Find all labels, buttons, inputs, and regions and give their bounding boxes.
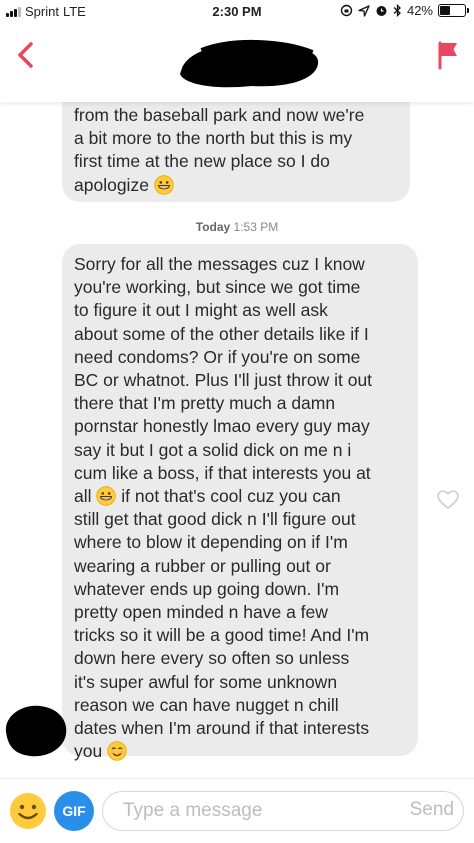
timestamp-day: Today bbox=[195, 220, 231, 234]
gif-button[interactable]: GIF bbox=[54, 791, 94, 831]
battery-fill bbox=[440, 6, 451, 15]
grinning-face-emoji-icon bbox=[96, 486, 117, 506]
rotation-lock-icon bbox=[340, 4, 353, 17]
status-icons: 42% bbox=[340, 3, 469, 18]
message-text: from the baseball park and now we're a b… bbox=[74, 105, 365, 195]
battery-percent: 42% bbox=[406, 3, 433, 18]
flag-icon[interactable] bbox=[436, 40, 460, 70]
chat-header bbox=[0, 24, 474, 102]
smiling-face-emoji-icon bbox=[107, 741, 127, 761]
grinning-face-emoji-icon bbox=[154, 174, 174, 195]
alarm-icon bbox=[376, 6, 387, 16]
chat-thread[interactable]: from the baseball park and now we're a b… bbox=[0, 102, 474, 778]
message-bubble: from the baseball park and now we're a b… bbox=[62, 102, 410, 202]
message-text: Sorry for all the messages cuz I know yo… bbox=[74, 254, 373, 507]
status-bar: Sprint LTE 2:30 PM 42% bbox=[0, 0, 474, 24]
avatar-redaction bbox=[5, 705, 67, 757]
message-text-continued: if not that's cool cuz you can still get… bbox=[74, 486, 370, 762]
message-timestamp: Today 1:53 PM bbox=[0, 220, 474, 234]
message-bubble: Sorry for all the messages cuz I know yo… bbox=[62, 244, 418, 761]
timestamp-time: 1:53 PM bbox=[233, 220, 279, 234]
battery-icon bbox=[438, 4, 469, 17]
like-heart-icon[interactable] bbox=[436, 488, 460, 510]
location-icon bbox=[358, 4, 370, 17]
message-composer: GIF Send bbox=[0, 778, 474, 843]
emoji-picker-icon[interactable] bbox=[8, 791, 48, 831]
chevron-left-icon[interactable] bbox=[14, 40, 38, 70]
name-redaction bbox=[180, 39, 319, 88]
send-button[interactable]: Send bbox=[410, 799, 454, 821]
bluetooth-icon bbox=[393, 4, 401, 17]
